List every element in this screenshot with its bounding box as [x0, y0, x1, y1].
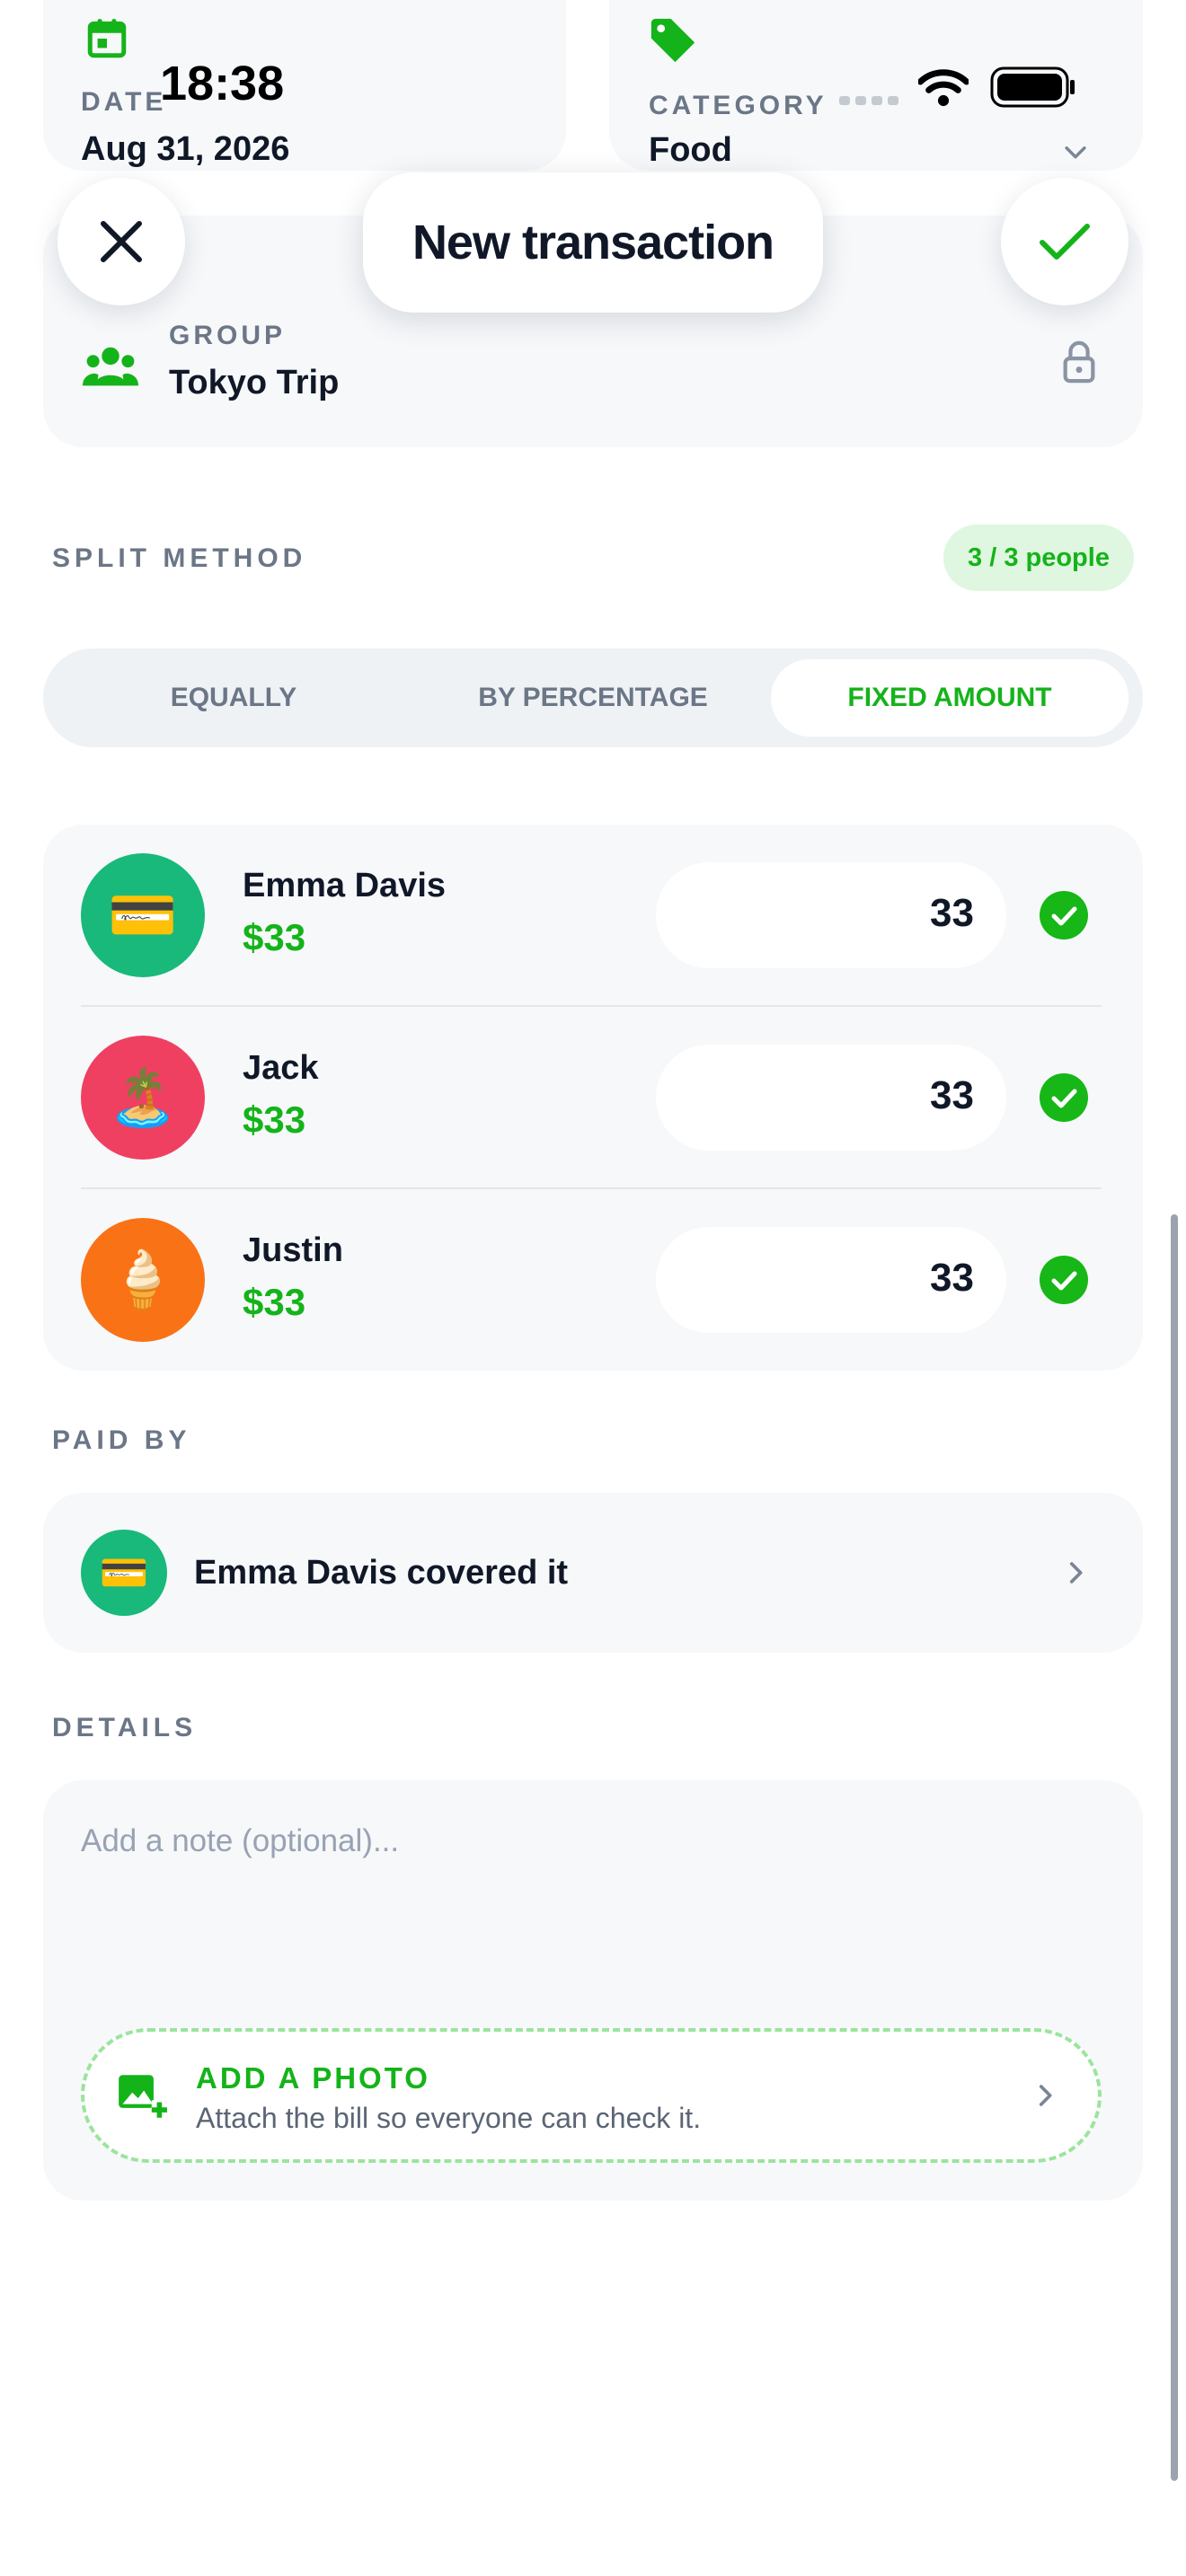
check-circle-icon[interactable] [1040, 1256, 1088, 1304]
calendar-icon [84, 16, 129, 61]
member-share: $33 [243, 1281, 306, 1323]
people-icon [83, 345, 138, 388]
credit-card-emoji: 💳 [99, 1551, 149, 1595]
island-emoji: 🏝️ [108, 1066, 178, 1129]
amount-input[interactable]: 33 [656, 1045, 1006, 1151]
lock-icon [1058, 340, 1100, 384]
close-icon [101, 221, 142, 262]
chevron-down-icon[interactable] [1060, 137, 1091, 167]
split-method-label: SPLIT METHOD [52, 543, 307, 573]
people-count-badge: 3 / 3 people [943, 525, 1134, 591]
member-share: $33 [243, 916, 306, 958]
member-name: Emma Davis [243, 867, 447, 904]
category-label: CATEGORY [649, 91, 828, 120]
ice-cream-emoji: 🍦 [108, 1248, 178, 1311]
checkmark-icon [1040, 224, 1090, 260]
amount-input-value: 33 [930, 1256, 974, 1300]
paid-by-text: Emma Davis covered it [194, 1554, 569, 1592]
add-photo-title: ADD A PHOTO [196, 2061, 430, 2095]
tab-by-percentage[interactable]: BY PERCENTAGE [413, 648, 773, 747]
confirm-button[interactable] [1001, 178, 1128, 305]
check-circle-icon[interactable] [1040, 1073, 1088, 1122]
wifi-icon [916, 66, 970, 110]
member-name: Jack [243, 1049, 319, 1087]
tab-fixed-amount[interactable]: FIXED AMOUNT [771, 648, 1128, 747]
amount-input[interactable]: 33 [656, 1227, 1006, 1333]
close-button[interactable] [58, 178, 185, 305]
date-label: DATE [81, 87, 167, 117]
people-count-text: 3 / 3 people [968, 543, 1110, 572]
amount-input-value: 33 [930, 1073, 974, 1117]
cellular-signal-icon [839, 93, 900, 108]
date-value: Aug 31, 2026 [81, 130, 290, 168]
check-circle-icon[interactable] [1040, 891, 1088, 940]
details-label: DETAILS [52, 1713, 198, 1742]
note-placeholder: Add a note (optional)... [81, 1823, 400, 1858]
note-input[interactable]: Add a note (optional)... [81, 1823, 1105, 1985]
category-value: Food [649, 131, 732, 169]
status-time: 18:38 [160, 57, 285, 110]
amount-input-value: 33 [930, 891, 974, 935]
page-title: New transaction [412, 216, 774, 269]
avatar: 🏝️ [81, 1036, 205, 1160]
avatar: 🍦 [81, 1218, 205, 1342]
avatar: 💳 [81, 853, 205, 977]
add-photo-icon [117, 2073, 167, 2120]
add-photo-subtitle: Attach the bill so everyone can check it… [196, 2102, 702, 2134]
row-divider [81, 1005, 1102, 1007]
avatar: 💳 [81, 1530, 167, 1616]
credit-card-emoji: 💳 [108, 884, 178, 947]
tab-equally[interactable]: EQUALLY [54, 648, 413, 747]
member-share: $33 [243, 1098, 306, 1141]
add-photo-button[interactable] [81, 2028, 1102, 2163]
amount-input[interactable]: 33 [656, 862, 1006, 968]
tag-icon [647, 14, 699, 66]
page-title-pill: New transaction [363, 172, 823, 313]
chevron-right-icon [1060, 1557, 1091, 1588]
row-divider [81, 1187, 1102, 1189]
group-label: GROUP [169, 321, 287, 350]
member-name: Justin [243, 1231, 343, 1269]
paid-by-label: PAID BY [52, 1425, 191, 1455]
scrollbar[interactable] [1171, 1214, 1178, 2481]
chevron-right-icon [1030, 2080, 1060, 2111]
battery-icon [990, 66, 1076, 108]
group-value: Tokyo Trip [169, 364, 340, 401]
